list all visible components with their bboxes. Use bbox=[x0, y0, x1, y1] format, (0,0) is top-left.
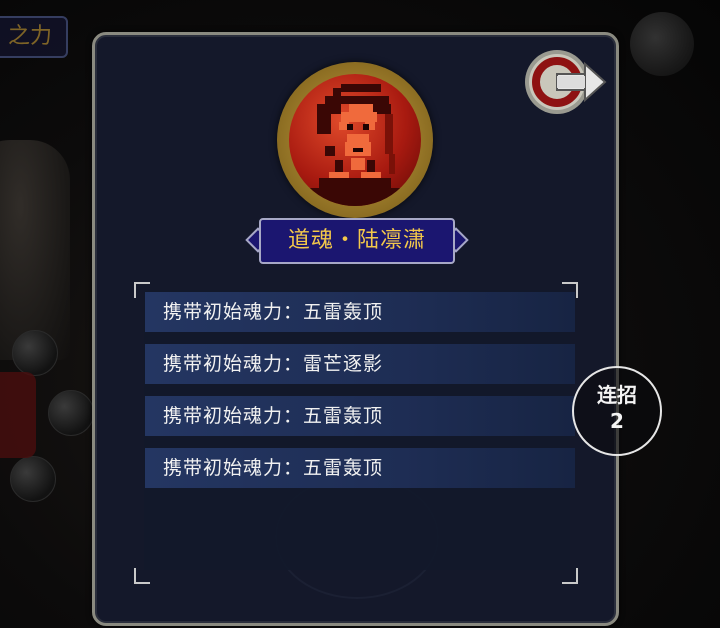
background-orb bbox=[48, 390, 94, 436]
portrait-frame bbox=[277, 62, 433, 218]
character-name-banner: 道魂・陆凛潇 bbox=[245, 216, 469, 268]
frame-corner bbox=[562, 568, 578, 584]
background-statue bbox=[0, 140, 70, 360]
combo-label: 连招 bbox=[597, 383, 637, 407]
list-item: 携带初始魂力：雷芒逐影 bbox=[145, 344, 575, 384]
portrait-art bbox=[309, 84, 401, 206]
background-orb bbox=[10, 456, 56, 502]
exit-arrow-icon bbox=[525, 50, 607, 114]
soul-power-list: 携带初始魂力：五雷轰顶 携带初始魂力：雷芒逐影 携带初始魂力：五雷轰顶 携带初始… bbox=[145, 292, 575, 500]
background-tab: 之力 bbox=[0, 16, 68, 58]
background-exit-icon bbox=[630, 12, 694, 76]
game-screen: 之力 道魂・陆凛潇 携带初始魂力：五雷轰顶 携带初始魂力：雷芒逐影 携带初始魂力… bbox=[0, 0, 720, 628]
frame-corner bbox=[134, 568, 150, 584]
background-orb bbox=[12, 330, 58, 376]
character-name: 道魂・陆凛潇 bbox=[287, 228, 426, 253]
list-item: 携带初始魂力：五雷轰顶 bbox=[145, 396, 575, 436]
background-red-slot bbox=[0, 372, 36, 458]
red-warrior-portrait-icon bbox=[289, 74, 421, 206]
background-tab-label: 之力 bbox=[7, 24, 52, 49]
exit-button[interactable] bbox=[523, 48, 607, 116]
combo-count: 2 bbox=[610, 409, 624, 433]
list-item: 携带初始魂力：五雷轰顶 bbox=[145, 448, 575, 488]
list-item: 携带初始魂力：五雷轰顶 bbox=[145, 292, 575, 332]
combo-button[interactable]: 连招 2 bbox=[572, 366, 662, 456]
